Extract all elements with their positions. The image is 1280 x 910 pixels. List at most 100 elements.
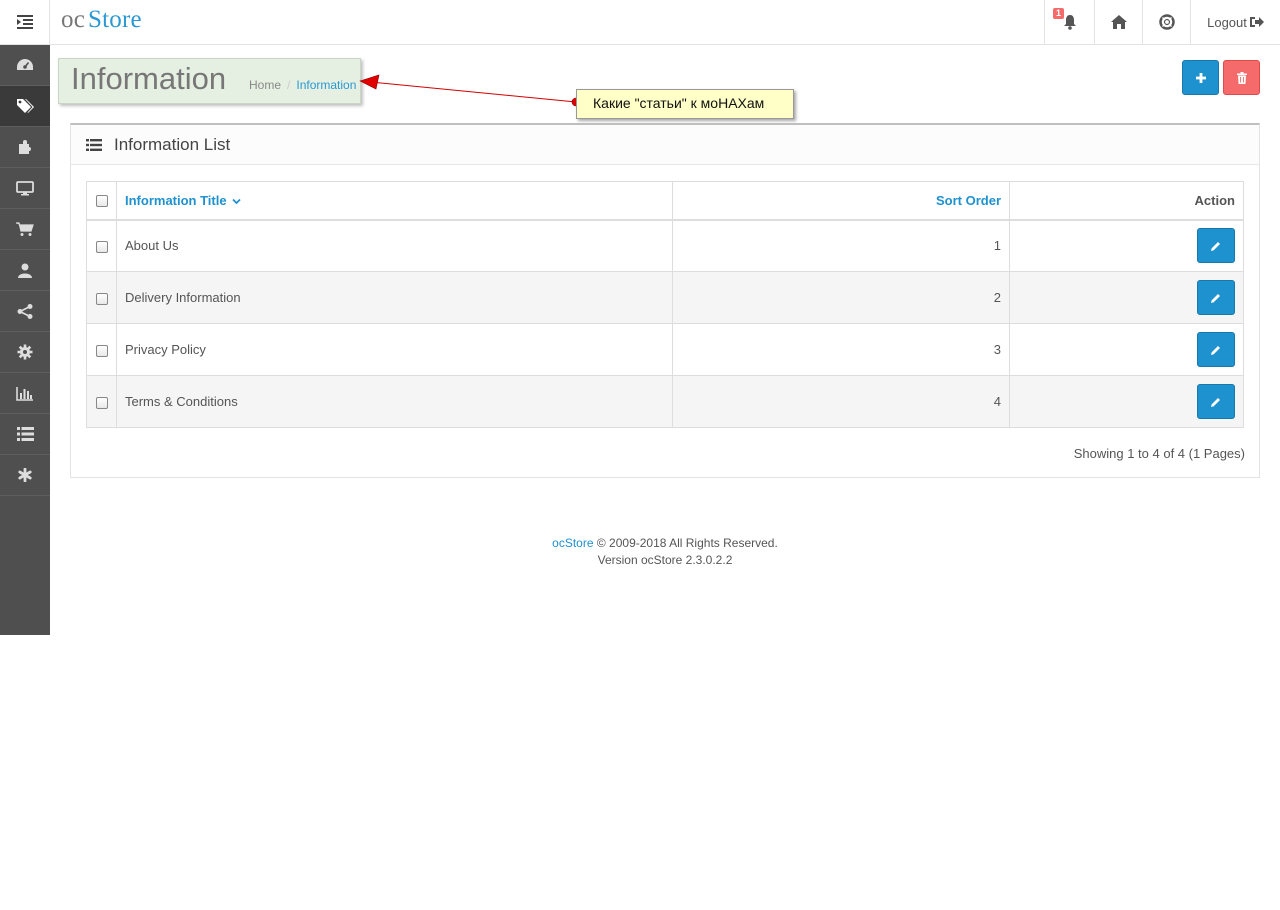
- sidebar-item-catalog[interactable]: [0, 86, 50, 127]
- sidebar-item-list[interactable]: [0, 414, 50, 455]
- table-row: Terms & Conditions 4: [86, 375, 1244, 428]
- sidebar-item-system[interactable]: [0, 332, 50, 373]
- pencil-icon: [1211, 241, 1220, 251]
- sidebar-item-ocstore[interactable]: [0, 455, 50, 496]
- trash-icon: [1236, 71, 1247, 84]
- column-header-title: Information Title: [125, 192, 227, 208]
- sort-by-title-link[interactable]: Information Title: [125, 193, 241, 208]
- sidebar-item-reports[interactable]: [0, 373, 50, 414]
- sidebar-item-design[interactable]: [0, 168, 50, 209]
- table-row: Privacy Policy 3: [86, 323, 1244, 376]
- top-header: oc Store 1 Logout: [0, 0, 1280, 45]
- row-checkbox[interactable]: [95, 292, 108, 305]
- indent-icon: [16, 15, 33, 29]
- asterisk-icon: [18, 468, 32, 482]
- breadcrumb-separator: /: [287, 78, 291, 92]
- page-title: Information: [71, 61, 227, 96]
- annotation-arrow: [359, 74, 581, 107]
- column-header-action: Action: [1194, 192, 1235, 208]
- tags-icon: [17, 99, 34, 113]
- logout-button[interactable]: Logout: [1190, 0, 1280, 44]
- sign-out-icon: [1249, 17, 1264, 27]
- row-action-cell: [1009, 219, 1244, 272]
- row-select-cell: [86, 375, 117, 428]
- header-title-cell: Information Title: [116, 181, 673, 221]
- store-logo[interactable]: oc Store: [61, 6, 142, 34]
- sidebar-item-sales[interactable]: [0, 209, 50, 250]
- sidebar-item-extensions[interactable]: [0, 127, 50, 168]
- breadcrumb-home-link[interactable]: Home: [249, 78, 281, 92]
- select-all-checkbox[interactable]: [95, 195, 108, 208]
- header-select-cell: [86, 181, 117, 221]
- edit-button[interactable]: [1197, 280, 1235, 315]
- row-select-cell: [86, 271, 117, 324]
- panel-heading: Information List: [71, 125, 1259, 165]
- sidebar-item-dashboard[interactable]: [0, 45, 50, 86]
- header-sort-cell: Sort Order: [672, 181, 1010, 221]
- panel-title: Information List: [114, 134, 231, 154]
- row-action-cell: [1009, 271, 1244, 324]
- footer-version: Version ocStore 2.3.0.2.2: [597, 553, 733, 567]
- bar-chart-icon: [16, 386, 33, 401]
- pencil-icon: [1211, 397, 1220, 407]
- table-header-row: Information Title Sort Order Action: [86, 181, 1244, 221]
- row-checkbox[interactable]: [95, 396, 108, 409]
- footer-copyright-line: ocStore © 2009-2018 All Rights Reserved.: [50, 535, 1280, 552]
- header-action-cell: Action: [1009, 181, 1244, 221]
- edit-button[interactable]: [1197, 384, 1235, 419]
- logo-text-oc: oc: [61, 6, 85, 33]
- row-title: About Us: [116, 219, 673, 272]
- row-checkbox[interactable]: [95, 344, 108, 357]
- annotation-note: Какие "статьи" к моНАХам: [576, 89, 794, 119]
- breadcrumb: Home / Information: [249, 78, 356, 92]
- plus-icon: [1195, 72, 1206, 83]
- sidebar-item-marketing[interactable]: [0, 291, 50, 332]
- list-icon: [16, 427, 34, 441]
- information-list-panel: Information List Information Title Sort: [70, 123, 1260, 478]
- footer-brand-link[interactable]: ocStore: [552, 536, 593, 550]
- row-sort-order: 4: [672, 375, 1010, 428]
- menu-toggle-button[interactable]: [0, 0, 50, 44]
- table-row: About Us 1: [86, 219, 1244, 272]
- logo-text-store: Store: [88, 6, 142, 33]
- table-row: Delivery Information 2: [86, 271, 1244, 324]
- row-sort-order: 1: [672, 219, 1010, 272]
- pagination-info: Showing 1 to 4 of 4 (1 Pages): [1073, 446, 1245, 461]
- store-home-button[interactable]: [1094, 0, 1142, 44]
- logout-label: Logout: [1207, 14, 1247, 30]
- row-title: Privacy Policy: [116, 323, 673, 376]
- notifications-button[interactable]: 1: [1044, 0, 1094, 44]
- row-action-cell: [1009, 375, 1244, 428]
- information-table: Information Title Sort Order Action Abou…: [86, 181, 1244, 428]
- breadcrumb-information-link[interactable]: Information: [296, 78, 356, 92]
- edit-button[interactable]: [1197, 332, 1235, 367]
- shopping-cart-icon: [16, 221, 34, 236]
- share-icon: [17, 303, 33, 319]
- help-button[interactable]: [1142, 0, 1190, 44]
- row-checkbox[interactable]: [95, 240, 108, 253]
- desktop-icon: [16, 180, 34, 195]
- row-title: Terms & Conditions: [116, 375, 673, 428]
- row-select-cell: [86, 219, 117, 272]
- caret-down-icon: [232, 198, 241, 205]
- page-header: Information Home / Information: [58, 58, 361, 104]
- row-select-cell: [86, 323, 117, 376]
- footer-copyright: © 2009-2018 All Rights Reserved.: [593, 536, 778, 550]
- pencil-icon: [1211, 293, 1220, 303]
- list-icon: [86, 138, 102, 151]
- user-icon: [18, 263, 32, 278]
- sidebar-item-customers[interactable]: [0, 250, 50, 291]
- add-new-button[interactable]: [1182, 60, 1219, 95]
- row-action-cell: [1009, 323, 1244, 376]
- pencil-icon: [1211, 345, 1220, 355]
- home-icon: [1110, 15, 1127, 29]
- row-title: Delivery Information: [116, 271, 673, 324]
- page-footer: ocStore © 2009-2018 All Rights Reserved.…: [50, 535, 1280, 569]
- edit-button[interactable]: [1197, 228, 1235, 264]
- row-sort-order: 3: [672, 323, 1010, 376]
- puzzle-icon: [19, 140, 31, 154]
- delete-button[interactable]: [1223, 60, 1260, 95]
- sort-by-order-link[interactable]: Sort Order: [936, 193, 1001, 208]
- row-sort-order: 2: [672, 271, 1010, 324]
- notification-badge: 1: [1053, 8, 1065, 19]
